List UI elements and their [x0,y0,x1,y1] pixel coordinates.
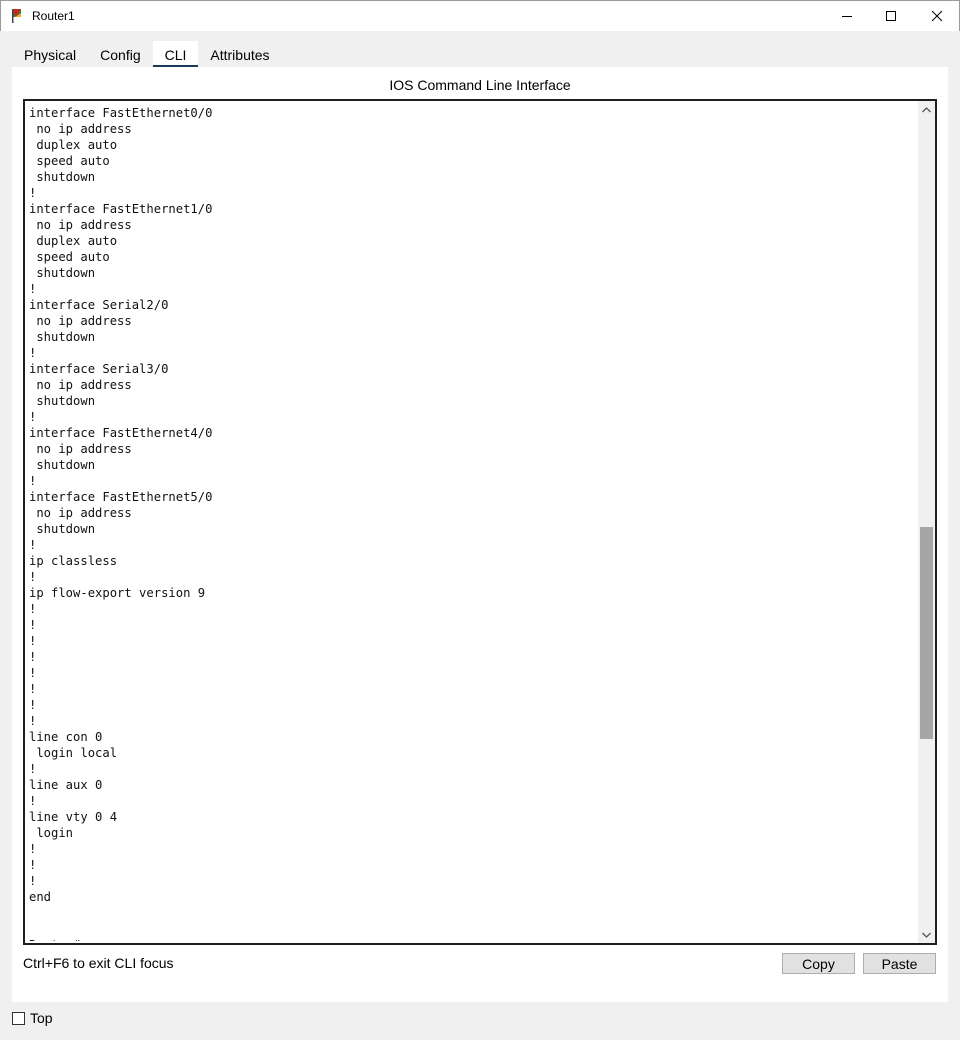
terminal-line: interface Serial2/0 [29,298,169,312]
terminal-line: shutdown [29,170,96,184]
terminal-line: ! [29,186,37,200]
terminal-line: duplex auto [29,234,118,248]
panel-title: IOS Command Line Interface [389,77,571,93]
terminal-line: line aux 0 [29,778,103,792]
terminal-line: interface FastEthernet4/0 [29,426,213,440]
terminal-line: shutdown [29,458,96,472]
minimize-icon [842,16,852,17]
top-checkbox-label: Top [30,1010,53,1026]
terminal-line: shutdown [29,266,96,280]
cli-focus-hint: Ctrl+F6 to exit CLI focus [23,955,174,971]
terminal-line: ! [29,538,37,552]
tab-config[interactable]: Config [88,41,152,68]
terminal-line: line vty 0 4 [29,810,118,824]
copy-button[interactable]: Copy [782,953,855,974]
terminal-line: ! [29,762,37,776]
terminal-line: no ip address [29,442,132,456]
terminal-line: ! [29,602,37,616]
terminal-line: login [29,826,74,840]
top-checkbox[interactable] [12,1011,25,1025]
close-icon [931,10,943,22]
terminal-line: interface FastEthernet5/0 [29,490,213,504]
tab-label: CLI [164,46,187,63]
terminal-line: login local [29,746,118,760]
tab-label: Physical [24,46,77,63]
terminal-line: ! [29,410,37,424]
terminal-line: ! [29,682,37,696]
terminal-line: ! [29,666,37,680]
tab-attributes[interactable]: Attributes [198,41,281,68]
window-title: Router1 [32,9,75,23]
terminal-line: ! [29,858,37,872]
terminal-line: ! [29,634,37,648]
cli-panel: IOS Command Line Interface interface Fas… [12,67,948,1002]
terminal-line: interface FastEthernet0/0 [29,106,213,120]
terminal-line: interface Serial3/0 [29,362,169,376]
terminal-line: Router#copy [29,937,909,941]
tab-label: Config [100,46,141,63]
terminal-line: duplex auto [29,138,118,152]
terminal-line: no ip address [29,122,132,136]
chevron-up-icon [922,106,931,112]
terminal-line: shutdown [29,394,96,408]
terminal-line: ip classless [29,554,118,568]
terminal-line: ip flow-export version 9 [29,586,206,600]
terminal-line: ! [29,570,37,584]
terminal-line: no ip address [29,378,132,392]
tab-label: Attributes [210,46,270,63]
maximize-icon [886,11,896,21]
terminal-line: ! [29,474,37,488]
cli-terminal[interactable]: interface FastEthernet0/0 no ip address … [23,99,937,945]
paste-button[interactable]: Paste [863,953,936,974]
minimize-button[interactable] [824,1,870,31]
chevron-down-icon [922,932,931,938]
tab-cli[interactable]: CLI [152,41,199,68]
close-button[interactable] [914,1,960,31]
terminal-line: interface FastEthernet1/0 [29,202,213,216]
terminal-line: no ip address [29,506,132,520]
scroll-thumb[interactable] [920,527,933,739]
top-checkbox-row[interactable]: Top [12,1010,53,1026]
terminal-line: shutdown [29,330,96,344]
vertical-scrollbar[interactable] [918,101,935,943]
terminal-line: ! [29,618,37,632]
terminal-line: no ip address [29,218,132,232]
terminal-line: no ip address [29,314,132,328]
terminal-line: ! [29,698,37,712]
terminal-line: speed auto [29,154,110,168]
terminal-line: ! [29,842,37,856]
terminal-line: ! [29,874,37,888]
tab-bar: Physical Config CLI Attributes [12,41,282,68]
terminal-line: ! [29,282,37,296]
tab-physical[interactable]: Physical [12,41,88,68]
terminal-line: ! [29,714,37,728]
terminal-line: shutdown [29,522,96,536]
scroll-down-button[interactable] [918,926,935,943]
terminal-line: end [29,890,52,904]
terminal-line: speed auto [29,250,110,264]
terminal-line: ! [29,794,37,808]
maximize-button[interactable] [868,1,914,31]
terminal-line: ! [29,346,37,360]
scroll-up-button[interactable] [918,101,935,118]
terminal-output[interactable]: interface FastEthernet0/0 no ip address … [29,105,909,941]
terminal-line: ! [29,650,37,664]
title-bar[interactable]: Router1 [0,0,960,31]
terminal-line: line con 0 [29,730,103,744]
router-app-icon [10,8,26,24]
